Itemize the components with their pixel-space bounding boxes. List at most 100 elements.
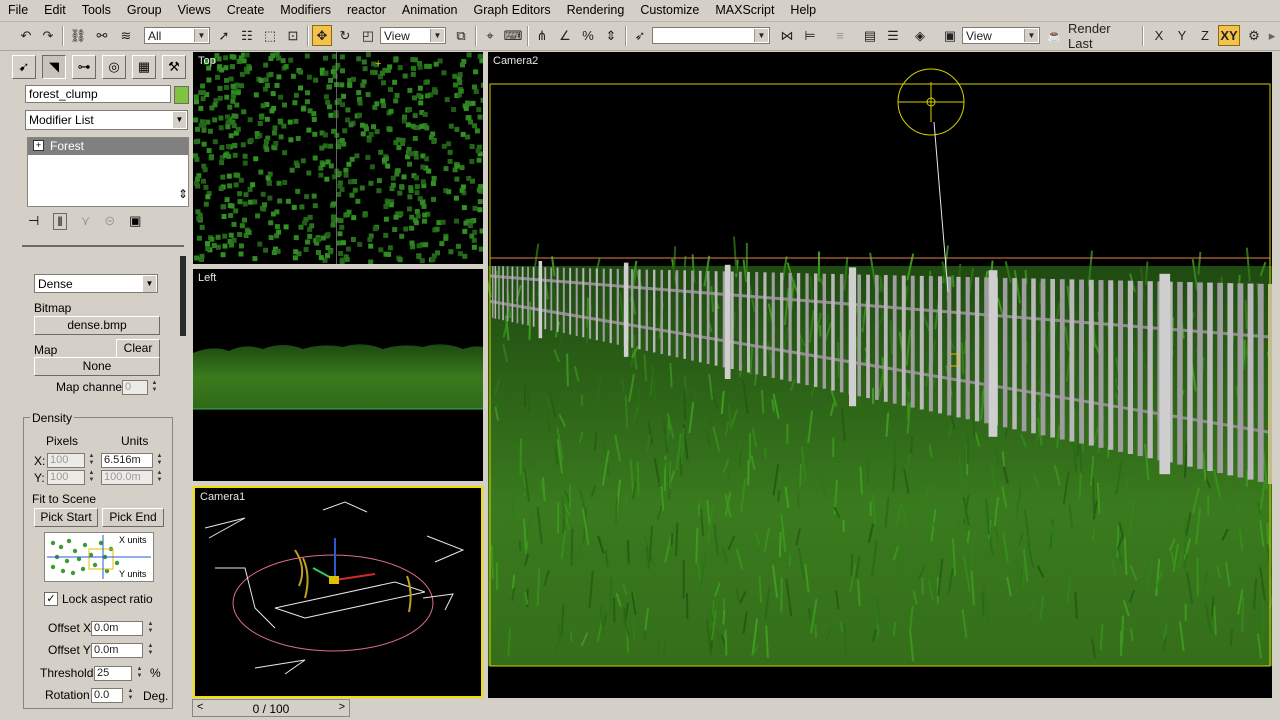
menu-item[interactable]: Group xyxy=(119,0,170,21)
keyboard-shortcut-override-icon[interactable]: ⌨ xyxy=(503,25,523,46)
select-and-rotate-icon[interactable]: ↻ xyxy=(335,25,355,46)
pick-start-button[interactable]: Pick Start xyxy=(34,508,98,527)
unlink-selection-icon[interactable]: ⚯ xyxy=(92,25,112,46)
spinner-arrows-icon[interactable]: ▲ ▼ xyxy=(87,470,96,484)
select-and-manipulate-icon[interactable]: ⌖ xyxy=(480,25,500,46)
schematic-view-icon[interactable]: ☰ xyxy=(883,25,903,46)
material-editor-icon[interactable]: ◈ xyxy=(910,25,930,46)
viewport-label[interactable]: Camera1 xyxy=(200,491,245,503)
create-tab-icon[interactable]: ➹ xyxy=(12,55,36,79)
redo-icon[interactable]: ↷ xyxy=(38,25,58,46)
previous-frame-icon[interactable]: < xyxy=(197,701,203,713)
next-frame-icon[interactable]: > xyxy=(339,701,345,713)
viewport-label[interactable]: Left xyxy=(198,272,216,284)
remove-modifier-icon[interactable]: ⊝ xyxy=(104,213,115,230)
bind-to-space-warp-icon[interactable]: ≋ xyxy=(116,25,136,46)
toolbar-overflow-icon[interactable]: ▸ xyxy=(1266,25,1278,46)
spinner-arrows-icon[interactable]: ▲ ▼ xyxy=(146,643,155,657)
hierarchy-tab-icon[interactable]: ⊶ xyxy=(72,55,96,79)
rotation-spinner[interactable]: 0.0 xyxy=(91,688,123,703)
viewport-top[interactable]: + Top xyxy=(193,52,483,264)
teapot-render-icon[interactable]: ☕ xyxy=(1045,25,1065,46)
panel-scrollbar[interactable] xyxy=(180,256,186,336)
motion-tab-icon[interactable]: ◎ xyxy=(102,55,126,79)
menu-item[interactable]: Rendering xyxy=(559,0,633,21)
map-none-button[interactable]: None xyxy=(34,357,160,376)
layer-manager-icon[interactable]: ≡ xyxy=(830,25,850,46)
rectangular-selection-icon[interactable]: ⬚ xyxy=(260,25,280,46)
y-units-spinner[interactable]: 100.0m xyxy=(101,470,153,485)
utilities-tab-icon[interactable]: ⚒ xyxy=(162,55,186,79)
select-and-move-icon[interactable]: ✥ xyxy=(312,25,332,46)
select-by-name-icon[interactable]: ☷ xyxy=(237,25,257,46)
spinner-arrows-icon[interactable]: ▲ ▼ xyxy=(135,666,144,680)
select-object-icon[interactable]: ➚ xyxy=(214,25,234,46)
menu-item[interactable]: Customize xyxy=(632,0,707,21)
viewport-label[interactable]: Camera2 xyxy=(493,55,538,67)
menu-item[interactable]: Edit xyxy=(36,0,74,21)
viewport-camera2[interactable]: Camera2 xyxy=(488,52,1272,698)
offset-x-spinner[interactable]: 0.0m xyxy=(91,621,143,636)
configure-modifier-sets-icon[interactable]: ▣ xyxy=(129,213,141,230)
menu-item[interactable]: Animation xyxy=(394,0,466,21)
distribution-mode-dropdown[interactable]: Dense ▼ xyxy=(34,274,158,293)
menu-item[interactable]: File xyxy=(0,0,36,21)
pivot-center-icon[interactable]: ⧉ xyxy=(451,25,471,46)
spinner-arrows-icon[interactable]: ▲ ▼ xyxy=(150,380,159,394)
map-channel-spinner[interactable]: 0 xyxy=(122,380,148,395)
modifier-list-dropdown[interactable]: Modifier List ▼ xyxy=(25,110,188,130)
spinner-arrows-icon[interactable]: ▲ ▼ xyxy=(146,621,155,635)
time-slider[interactable]: < 0 / 100 > xyxy=(192,699,350,717)
menu-item[interactable]: Create xyxy=(219,0,273,21)
menu-item[interactable]: Graph Editors xyxy=(466,0,559,21)
modifier-stack-item[interactable]: + Forest xyxy=(28,138,188,155)
select-and-scale-icon[interactable]: ◰ xyxy=(358,25,378,46)
selection-filter-dropdown[interactable]: All ▼ xyxy=(144,27,210,44)
window-crossing-icon[interactable]: ⊡ xyxy=(283,25,303,46)
render-type-dropdown[interactable]: View ▼ xyxy=(962,27,1040,44)
reference-coordinate-dropdown[interactable]: View ▼ xyxy=(380,27,446,44)
axis-constraint-icon[interactable]: ⚙ xyxy=(1244,25,1264,46)
object-name-field[interactable]: forest_clump xyxy=(25,85,171,103)
object-color-swatch[interactable] xyxy=(174,86,189,104)
offset-y-spinner[interactable]: 0.0m xyxy=(91,643,143,658)
x-pixels-spinner[interactable]: 100 xyxy=(47,453,85,468)
curve-editor-icon[interactable]: ▤ xyxy=(860,25,880,46)
axis-z-button[interactable]: Z xyxy=(1196,25,1214,46)
select-and-link-icon[interactable]: ⛓ xyxy=(68,25,88,46)
snaps-toggle-icon[interactable]: ⋔ xyxy=(532,25,552,46)
resize-handle-icon[interactable]: ⇕ xyxy=(178,187,188,201)
menu-item[interactable]: Views xyxy=(170,0,219,21)
bitmap-button[interactable]: dense.bmp xyxy=(34,316,160,335)
expand-icon[interactable]: + xyxy=(33,140,44,151)
menu-item[interactable]: MAXScript xyxy=(707,0,782,21)
spinner-arrows-icon[interactable]: ▲ ▼ xyxy=(155,453,164,467)
mirror-icon[interactable]: ⋈ xyxy=(777,25,797,46)
y-pixels-spinner[interactable]: 100 xyxy=(47,470,85,485)
show-end-result-icon[interactable]: ‖ xyxy=(53,213,67,230)
undo-icon[interactable]: ↶ xyxy=(16,25,36,46)
axis-xy-button[interactable]: XY xyxy=(1218,25,1240,46)
render-last-button[interactable]: Render Last xyxy=(1068,21,1134,51)
make-unique-icon[interactable]: ⋎ xyxy=(81,213,91,230)
spinner-arrows-icon[interactable]: ▲ ▼ xyxy=(87,453,96,467)
percent-snap-icon[interactable]: % xyxy=(578,25,598,46)
menu-item[interactable]: reactor xyxy=(339,0,394,21)
axis-x-button[interactable]: X xyxy=(1150,25,1168,46)
angle-snap-icon[interactable]: ∠ xyxy=(555,25,575,46)
display-tab-icon[interactable]: ▦ xyxy=(132,55,156,79)
lock-aspect-checkbox[interactable]: ✓ xyxy=(44,592,58,606)
spinner-snap-icon[interactable]: ⇕ xyxy=(601,25,621,46)
render-scene-icon[interactable]: ▣ xyxy=(940,25,960,46)
clear-button[interactable]: Clear xyxy=(116,339,160,358)
x-units-spinner[interactable]: 6.516m xyxy=(101,453,153,468)
align-icon[interactable]: ⊨ xyxy=(800,25,820,46)
pin-stack-icon[interactable]: ⊣ xyxy=(28,213,39,230)
menu-item[interactable]: Modifiers xyxy=(272,0,339,21)
menu-item[interactable]: Tools xyxy=(74,0,119,21)
modify-tab-icon[interactable]: ◥ xyxy=(42,55,66,79)
menu-item[interactable]: Help xyxy=(782,0,824,21)
named-selection-dropdown[interactable]: ▼ xyxy=(652,27,770,44)
pick-end-button[interactable]: Pick End xyxy=(102,508,164,527)
spinner-arrows-icon[interactable]: ▲ ▼ xyxy=(155,470,164,484)
